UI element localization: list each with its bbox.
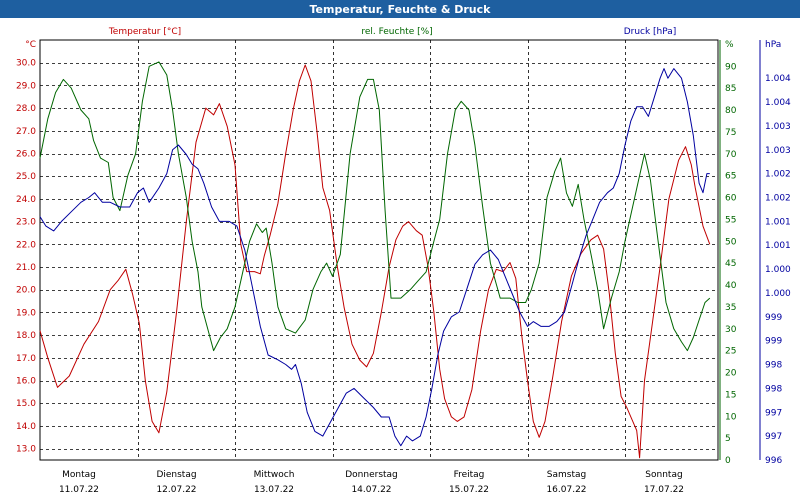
y-tick-label-pressure: 1.004	[765, 74, 791, 84]
y-tick-label-humidity: 75	[725, 128, 736, 138]
y-tick-label-humidity: 80	[725, 106, 737, 116]
x-tick-label-date: 16.07.22	[546, 485, 586, 495]
y-tick-label-humidity: 65	[725, 172, 736, 182]
y-tick-label-humidity: 70	[725, 150, 737, 160]
x-tick-label-day: Mittwoch	[254, 470, 295, 480]
y-tick-label-temperature: 20.0	[16, 286, 36, 296]
y-tick-label-pressure: 1.003	[765, 122, 791, 132]
y-tick-label-pressure: 998	[765, 384, 782, 394]
y-tick-label-pressure: 997	[765, 408, 782, 418]
y-tick-label-humidity: 60	[725, 194, 737, 204]
y-tick-label-temperature: 26.0	[16, 150, 36, 160]
y-tick-label-pressure: 999	[765, 337, 782, 347]
x-tick-label-date: 17.07.22	[644, 485, 684, 495]
y-tick-label-temperature: 18.0	[16, 331, 36, 341]
y-axis-right1-unit: %	[725, 40, 734, 50]
y-axis-right2-unit: hPa	[765, 40, 781, 50]
y-tick-label-pressure: 1.000	[765, 265, 791, 275]
x-tick-label-day: Samstag	[547, 470, 586, 480]
y-tick-label-temperature: 23.0	[16, 218, 36, 228]
x-tick-label-day: Donnerstag	[345, 470, 398, 480]
y-tick-label-temperature: 29.0	[16, 81, 36, 91]
y-axis-left-unit: °C	[25, 40, 36, 50]
y-tick-label-humidity: 5	[725, 434, 731, 444]
y-tick-label-humidity: 25	[725, 347, 736, 357]
y-tick-label-humidity: 35	[725, 303, 736, 313]
y-tick-label-temperature: 24.0	[16, 195, 36, 205]
y-tick-label-humidity: 15	[725, 390, 736, 400]
y-tick-label-temperature: 19.0	[16, 308, 36, 318]
y-tick-label-humidity: 90	[725, 62, 737, 72]
y-tick-label-humidity: 40	[725, 281, 737, 291]
y-tick-label-temperature: 16.0	[16, 377, 36, 387]
y-tick-label-pressure: 999	[765, 313, 782, 323]
y-tick-label-humidity: 55	[725, 215, 736, 225]
y-tick-label-pressure: 1.002	[765, 170, 791, 180]
y-tick-label-temperature: 17.0	[16, 354, 36, 364]
x-tick-label-day: Freitag	[454, 470, 485, 480]
y-tick-label-humidity: 30	[725, 325, 737, 335]
y-tick-label-temperature: 25.0	[16, 172, 36, 182]
y-tick-label-pressure: 1.000	[765, 289, 791, 299]
x-tick-label-day: Sonntag	[645, 470, 682, 480]
legend-temperature: Temperatur [°C]	[108, 27, 181, 37]
y-tick-label-temperature: 27.0	[16, 127, 36, 137]
y-tick-label-humidity: 45	[725, 259, 736, 269]
y-tick-label-temperature: 14.0	[16, 422, 36, 432]
x-tick-label-date: 12.07.22	[156, 485, 196, 495]
y-tick-label-temperature: 30.0	[16, 59, 36, 69]
x-tick-label-day: Dienstag	[156, 470, 196, 480]
chart-window: Temperatur, Feuchte & Druck °C 13.0 14.0 15…	[0, 0, 800, 500]
y-tick-label-pressure: 1.001	[765, 241, 791, 251]
y-tick-label-temperature: 28.0	[16, 104, 36, 114]
y-tick-label-pressure: 996	[765, 456, 782, 466]
y-tick-label-pressure: 1.004	[765, 98, 791, 108]
x-tick-label-date: 13.07.22	[254, 485, 294, 495]
y-tick-label-humidity: 10	[725, 412, 737, 422]
y-tick-label-temperature: 21.0	[16, 263, 36, 273]
y-tick-label-temperature: 15.0	[16, 399, 36, 409]
y-tick-label-pressure: 1.003	[765, 146, 791, 156]
y-tick-label-pressure: 1.002	[765, 194, 791, 204]
y-tick-label-humidity: 85	[725, 84, 736, 94]
x-tick-label-day: Montag	[62, 470, 96, 480]
legend-pressure: Druck [hPa]	[624, 27, 677, 37]
y-tick-label-pressure: 998	[765, 361, 782, 371]
y-tick-label-pressure: 997	[765, 432, 782, 442]
x-tick-label-date: 11.07.22	[59, 485, 99, 495]
chart-svg: °C 13.0 14.0 15.0 16.0 17.0 18.0 19.0 20.0 21.0 22…	[16, 27, 791, 495]
y-tick-label-pressure: 1.001	[765, 217, 791, 227]
y-tick-label-humidity: 50	[725, 237, 737, 247]
x-tick-label-date: 14.07.22	[351, 485, 391, 495]
y-tick-label-temperature: 22.0	[16, 240, 36, 250]
legend-humidity: rel. Feuchte [%]	[361, 27, 432, 37]
x-tick-label-date: 15.07.22	[449, 485, 489, 495]
y-tick-label-humidity: 20	[725, 369, 737, 379]
y-tick-label-temperature: 13.0	[16, 445, 36, 455]
y-tick-label-humidity: 0	[725, 456, 731, 466]
